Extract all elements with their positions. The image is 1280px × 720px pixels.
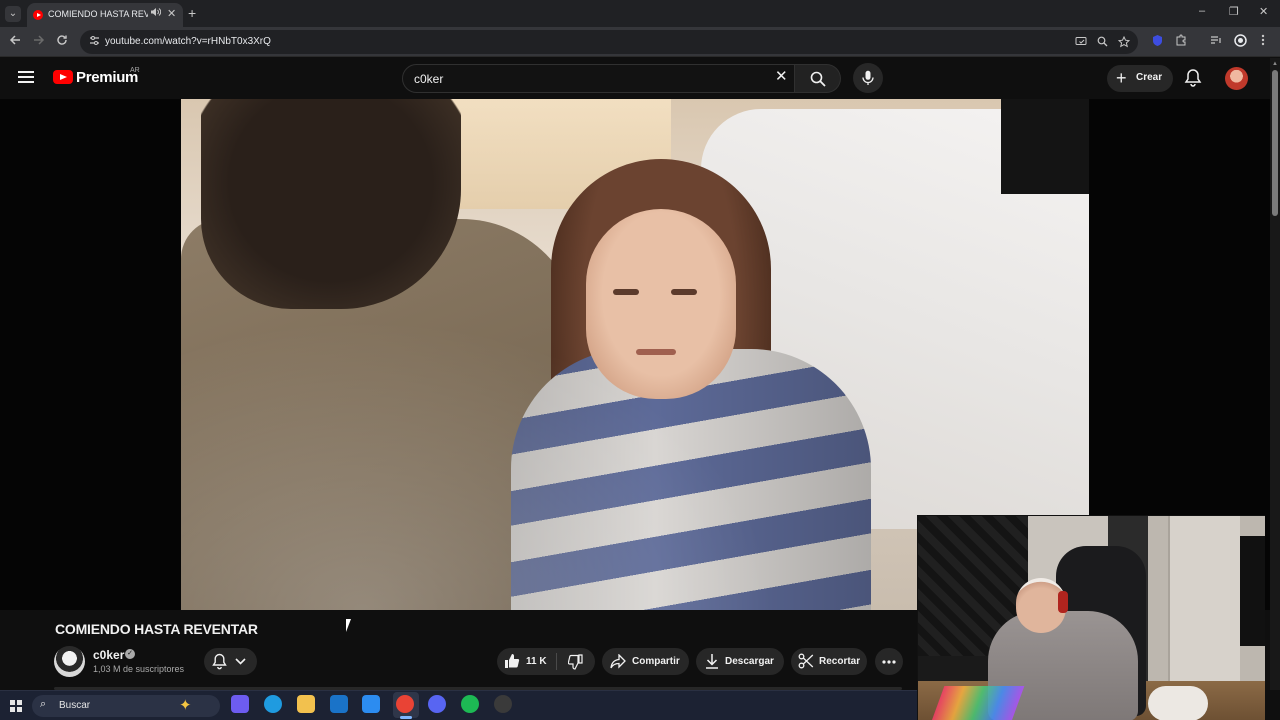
streamer-webcam-overlay	[917, 515, 1265, 720]
forward-icon[interactable]	[33, 34, 45, 50]
outlook-icon[interactable]	[330, 695, 348, 713]
bell-icon	[212, 653, 227, 670]
search-box[interactable]	[402, 64, 795, 93]
cast-icon[interactable]	[1075, 36, 1087, 50]
search-input[interactable]	[414, 70, 754, 88]
webcam-headset	[1058, 591, 1068, 613]
more-actions-button[interactable]	[875, 648, 903, 675]
notifications-bell-icon[interactable]	[1184, 68, 1204, 88]
share-label: Compartir	[632, 656, 680, 667]
scrollbar-thumb[interactable]	[1272, 70, 1278, 216]
file-explorer-icon[interactable]	[297, 695, 315, 713]
tab-title: COMIENDO HASTA REVENTAR	[48, 9, 148, 19]
zoom-icon[interactable]	[1097, 36, 1108, 50]
copilot-icon[interactable]	[231, 695, 249, 713]
create-label: Crear	[1136, 72, 1163, 83]
search-clear-icon[interactable]: ✕	[775, 69, 788, 85]
tab-close-icon[interactable]: ✕	[167, 7, 176, 20]
search-icon: ⌕	[40, 698, 47, 710]
voice-search-button[interactable]	[853, 63, 883, 93]
menu-icon[interactable]	[18, 71, 34, 83]
profile-icon[interactable]	[1234, 34, 1247, 51]
subscription-notifications-button[interactable]	[204, 648, 257, 675]
clip-label: Recortar	[819, 656, 861, 667]
search-button[interactable]	[795, 64, 841, 93]
share-button[interactable]: Compartir	[602, 648, 689, 675]
share-arrow-icon	[610, 654, 626, 669]
chevron-down-icon	[235, 658, 246, 665]
youtube-favicon-icon	[33, 10, 43, 20]
youtube-logo-icon[interactable]	[53, 70, 73, 84]
video-title: COMIENDO HASTA REVENTAR	[55, 621, 258, 637]
scissors-icon	[798, 653, 814, 669]
download-button[interactable]: Descargar	[696, 648, 784, 675]
chrome-icon[interactable]	[396, 695, 414, 713]
browser-toolbar: youtube.com/watch?v=rHNbT0x3XrQ	[0, 27, 1280, 57]
restore-button[interactable]: ❐	[1229, 5, 1239, 18]
spotify-icon[interactable]	[461, 695, 479, 713]
browser-tab-active[interactable]: COMIENDO HASTA REVENTAR ✕	[27, 3, 183, 27]
obs-icon[interactable]	[494, 695, 512, 713]
download-label: Descargar	[725, 656, 774, 667]
reload-icon[interactable]	[56, 34, 68, 50]
copilot-sparkle-icon: ✦	[179, 697, 192, 714]
youtube-masthead: Premium AR ✕ + Crear	[0, 58, 1270, 99]
download-icon	[706, 654, 718, 669]
like-divider	[556, 653, 557, 670]
extensions-puzzle-icon[interactable]	[1175, 34, 1187, 50]
like-thumb-icon[interactable]	[504, 653, 520, 669]
dislike-thumb-icon[interactable]	[568, 654, 583, 670]
taskbar-active-indicator	[400, 716, 412, 719]
site-info-icon[interactable]	[89, 35, 100, 49]
minimize-button[interactable]: –	[1199, 5, 1205, 17]
country-code: AR	[130, 67, 140, 74]
webcam-closet	[1168, 516, 1240, 686]
plus-icon: +	[1116, 68, 1127, 88]
media-control-icon[interactable]	[1210, 34, 1222, 50]
subscriber-count: 1,03 M de suscriptores	[93, 664, 185, 674]
webcam-desk-item	[1148, 686, 1208, 720]
browser-tab-strip: ⌄ COMIENDO HASTA REVENTAR ✕ + – ❐ ✕	[0, 0, 1280, 27]
window-close-button[interactable]: ✕	[1259, 5, 1268, 18]
address-bar[interactable]: youtube.com/watch?v=rHNbT0x3XrQ	[80, 30, 1138, 54]
more-horizontal-icon	[882, 660, 896, 664]
mouse-cursor-icon	[346, 619, 356, 632]
create-button[interactable]: + Crear	[1107, 65, 1173, 92]
speaker-icon[interactable]	[150, 7, 162, 20]
store-icon[interactable]	[362, 695, 380, 713]
scroll-up-arrow-icon[interactable]: ▲	[1272, 61, 1278, 67]
extension-shield-icon[interactable]	[1151, 34, 1164, 51]
search-icon	[810, 71, 826, 87]
channel-name[interactable]: c0ker	[93, 648, 124, 662]
windows-taskbar: ⌕ Buscar ✦	[0, 690, 917, 720]
windows-start-icon[interactable]	[10, 700, 22, 712]
discord-icon[interactable]	[428, 695, 446, 713]
back-icon[interactable]	[9, 34, 21, 50]
verified-badge-icon: ✓	[125, 649, 135, 659]
channel-avatar[interactable]	[54, 646, 85, 677]
like-count[interactable]: 11 K	[526, 656, 547, 667]
clip-button[interactable]: Recortar	[791, 648, 867, 675]
tab-search-icon[interactable]: ⌄	[5, 6, 21, 22]
screen: ⌄ COMIENDO HASTA REVENTAR ✕ + – ❐ ✕ y	[0, 0, 1280, 720]
account-avatar[interactable]	[1225, 67, 1248, 90]
microphone-icon	[862, 70, 874, 85]
webcam-rgb-keyboard	[931, 686, 1025, 720]
webcam-acoustic-foam-right	[1240, 536, 1265, 646]
edge-icon[interactable]	[264, 695, 282, 713]
bookmark-star-icon[interactable]	[1117, 35, 1131, 51]
taskbar-search-label: Buscar	[59, 700, 91, 711]
chrome-menu-icon[interactable]	[1261, 34, 1265, 50]
youtube-premium-logo[interactable]: Premium	[76, 69, 138, 86]
taskbar-search[interactable]: ⌕ Buscar ✦	[32, 695, 220, 717]
like-dislike-group: 11 K	[497, 648, 595, 675]
new-tab-button[interactable]: +	[188, 5, 196, 21]
address-url[interactable]: youtube.com/watch?v=rHNbT0x3XrQ	[105, 36, 271, 47]
